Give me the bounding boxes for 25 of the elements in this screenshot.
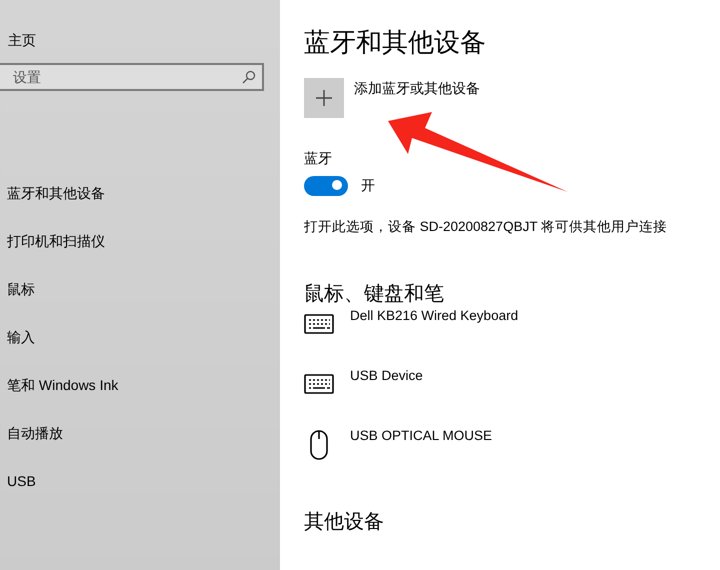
section-heading: 其他设备 — [304, 510, 385, 535]
keyboard-icon — [304, 374, 334, 394]
device-name: Dell KB216 Wired Keyboard — [350, 308, 518, 323]
mouse-icon — [309, 430, 329, 460]
page-title: 蓝牙和其他设备 — [304, 26, 487, 59]
description-text: 打开此选项，设备 SD-20200827QBJT 将可供其他用户连接 — [304, 218, 668, 236]
nav-item[interactable]: 笔和 Windows Ink — [0, 361, 280, 409]
nav-item[interactable]: 打印机和扫描仪 — [0, 217, 280, 265]
keyboard-icon — [304, 314, 334, 334]
device-name: USB OPTICAL MOUSE — [350, 428, 492, 443]
nav-item[interactable]: USB — [0, 457, 280, 505]
bluetooth-toggle[interactable] — [304, 176, 348, 196]
nav-item[interactable]: 鼠标 — [0, 265, 280, 313]
search-icon — [242, 70, 256, 84]
plus-icon — [316, 90, 332, 106]
device-name: USB Device — [350, 368, 423, 383]
home-link[interactable]: 主页 — [8, 32, 280, 50]
search-field[interactable]: 设置 — [0, 63, 264, 91]
bluetooth-label: 蓝牙 — [304, 150, 332, 168]
add-device-label: 添加蓝牙或其他设备 — [354, 80, 480, 98]
section-heading: 鼠标、键盘和笔 — [304, 282, 445, 307]
nav-item[interactable]: 蓝牙和其他设备 — [0, 169, 280, 217]
nav-item[interactable]: 自动播放 — [0, 409, 280, 457]
nav-item[interactable]: 输入 — [0, 313, 280, 361]
toggle-state: 开 — [361, 177, 375, 195]
